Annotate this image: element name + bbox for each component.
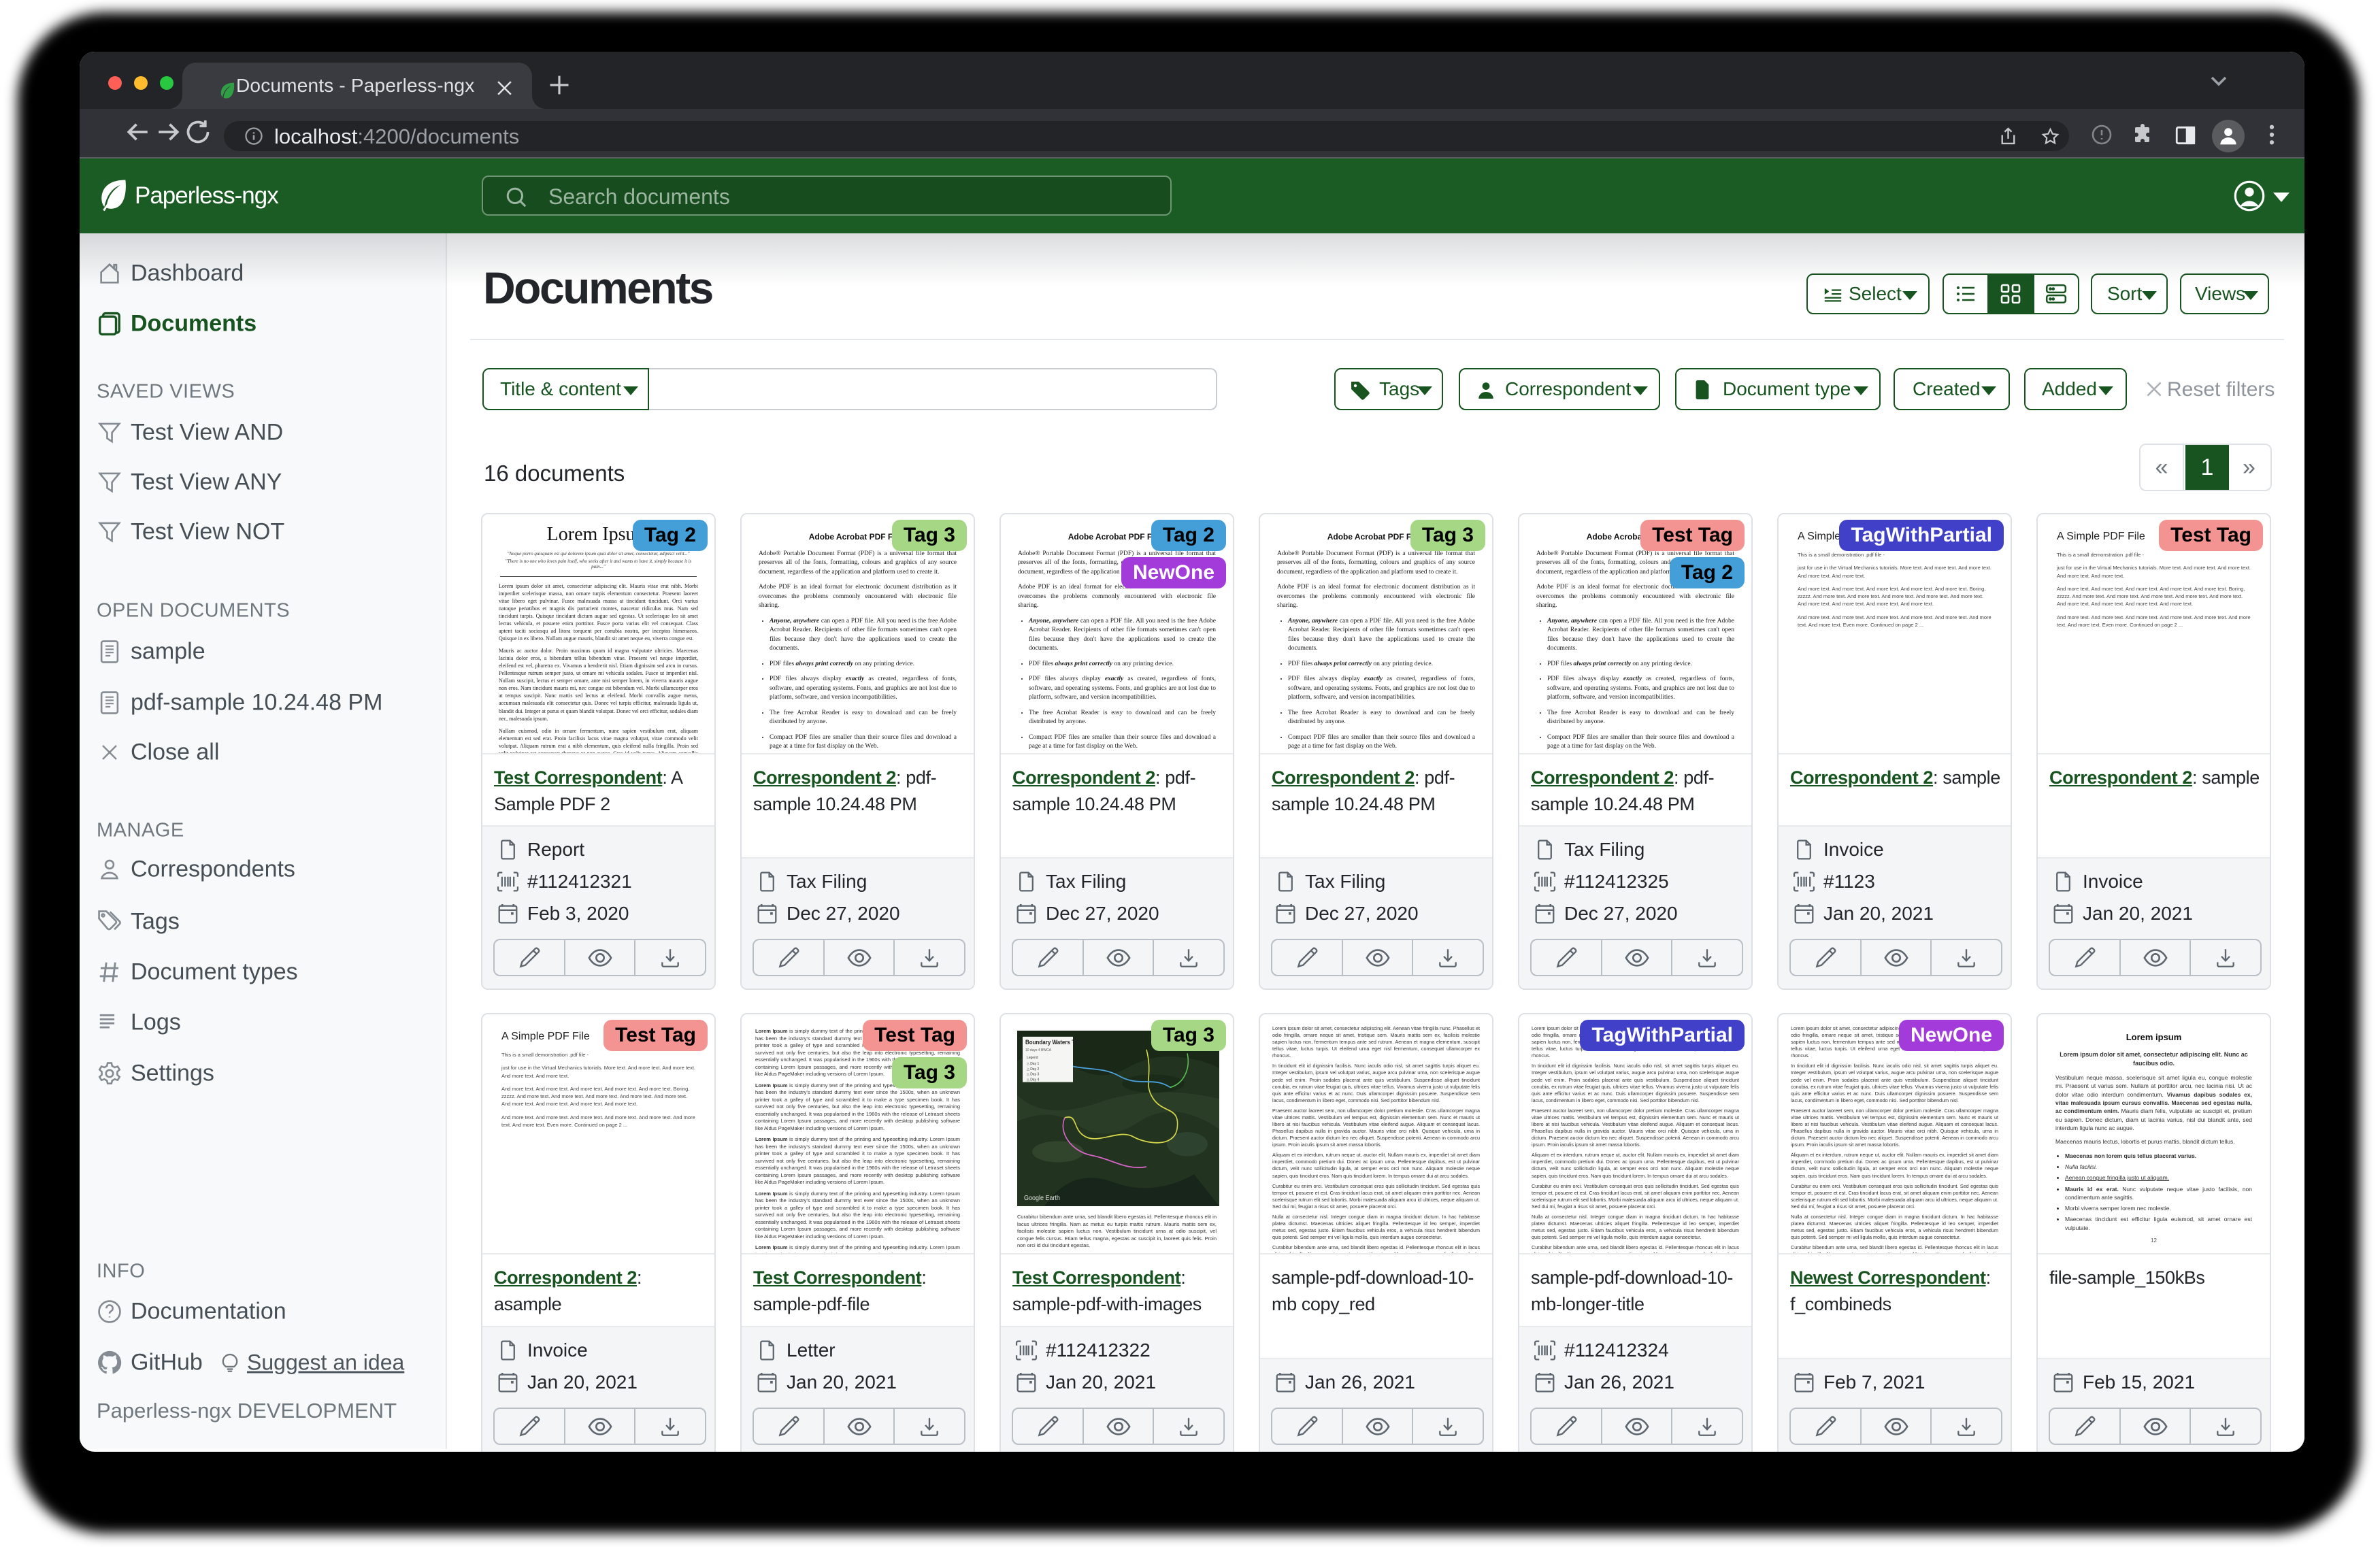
svg-text:△ Day 4: △ Day 4 <box>1027 1078 1039 1082</box>
svg-text:△ Day 1: △ Day 1 <box>1027 1062 1039 1066</box>
svg-text:10 days 4 BWCA: 10 days 4 BWCA <box>1025 1048 1051 1052</box>
svg-text:Boundary Waters Trip: Boundary Waters Trip <box>1025 1039 1082 1046</box>
svg-text:△ Day 3: △ Day 3 <box>1027 1072 1039 1076</box>
svg-text:△ Day 2: △ Day 2 <box>1027 1067 1039 1071</box>
svg-text:Google Earth: Google Earth <box>1024 1195 1060 1203</box>
svg-text:Legend: Legend <box>1027 1056 1038 1060</box>
